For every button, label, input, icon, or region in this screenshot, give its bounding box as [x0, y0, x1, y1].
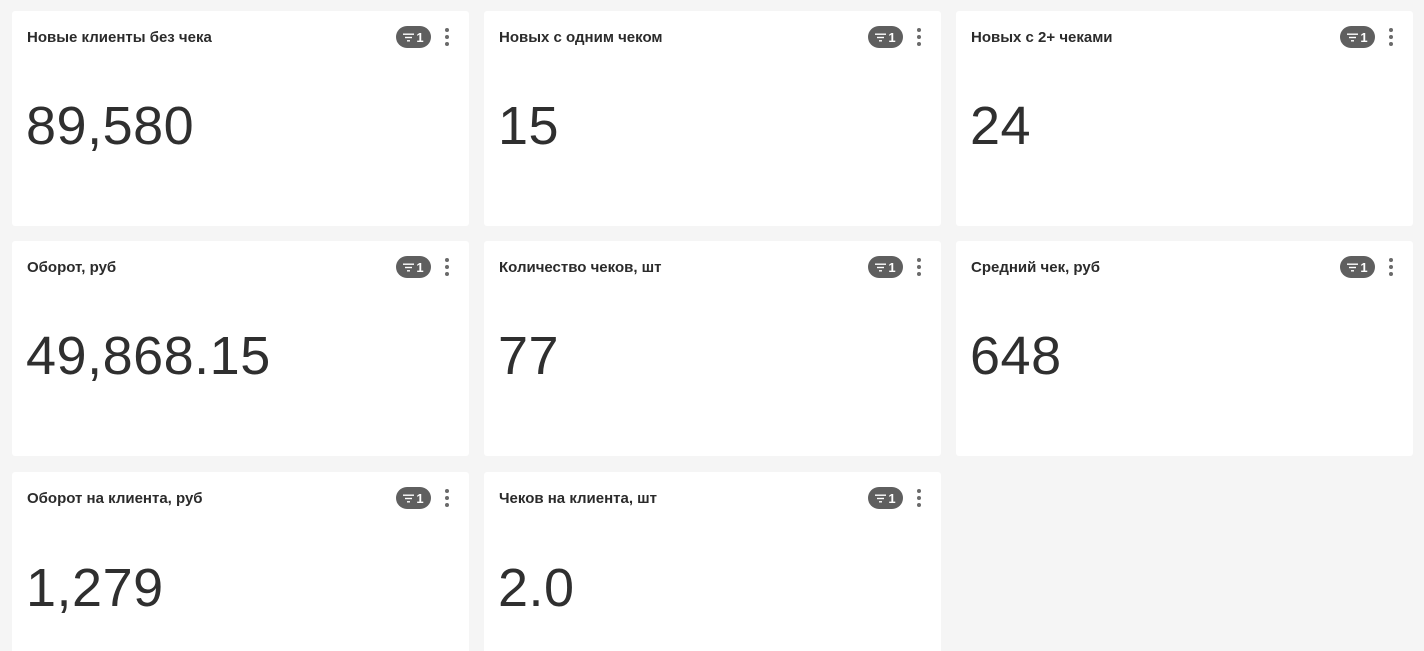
metric-card-checks-per-client: Чеков на клиента, шт 1 2.0 [484, 472, 941, 651]
card-value: 24 [970, 96, 1032, 156]
card-title: Чеков на клиента, шт [499, 490, 658, 507]
filter-count: 1 [416, 259, 424, 275]
kebab-menu-icon [917, 489, 921, 493]
card-title: Оборот на клиента, руб [27, 490, 203, 507]
card-title: Средний чек, руб [971, 259, 1100, 276]
metric-card-new-one-check: Новых с одним чеком 1 15 [484, 11, 941, 226]
card-title: Оборот, руб [27, 259, 117, 276]
filter-count: 1 [888, 259, 896, 275]
filter-badge[interactable]: 1 [868, 487, 903, 509]
card-menu-button[interactable] [914, 26, 924, 48]
filter-badge[interactable]: 1 [396, 26, 431, 48]
filter-badge[interactable]: 1 [396, 487, 431, 509]
card-menu-button[interactable] [442, 26, 452, 48]
card-value: 648 [970, 326, 1062, 386]
card-value: 77 [498, 326, 560, 386]
card-menu-button[interactable] [1386, 256, 1396, 278]
card-value: 2.0 [498, 558, 575, 618]
kebab-menu-icon [917, 28, 921, 32]
card-value: 1,279 [26, 558, 164, 618]
card-title: Новые клиенты без чека [27, 29, 212, 46]
filter-icon [875, 33, 887, 41]
metric-card-new-clients-no-check: Новые клиенты без чека 1 89,580 [12, 11, 469, 226]
card-menu-button[interactable] [442, 487, 452, 509]
filter-icon [403, 494, 415, 502]
card-value: 49,868.15 [26, 326, 271, 386]
card-title: Новых с одним чеком [499, 29, 663, 46]
card-menu-button[interactable] [914, 256, 924, 278]
filter-badge[interactable]: 1 [868, 26, 903, 48]
filter-icon [1347, 33, 1359, 41]
filter-count: 1 [416, 29, 424, 45]
filter-badge[interactable]: 1 [868, 256, 903, 278]
kebab-menu-icon [1389, 258, 1393, 262]
filter-count: 1 [1360, 29, 1368, 45]
card-menu-button[interactable] [442, 256, 452, 278]
filter-count: 1 [888, 490, 896, 506]
kebab-menu-icon [445, 28, 449, 32]
kebab-menu-icon [445, 258, 449, 262]
metric-card-turnover-per-client: Оборот на клиента, руб 1 1,279 [12, 472, 469, 651]
card-title: Новых с 2+ чеками [971, 29, 1113, 46]
card-value: 89,580 [26, 96, 195, 156]
filter-count: 1 [1360, 259, 1368, 275]
filter-icon [875, 494, 887, 502]
filter-badge[interactable]: 1 [1340, 256, 1375, 278]
filter-badge[interactable]: 1 [396, 256, 431, 278]
metric-card-new-two-plus-checks: Новых с 2+ чеками 1 24 [956, 11, 1413, 226]
filter-icon [1347, 263, 1359, 271]
kebab-menu-icon [1389, 28, 1393, 32]
dashboard-grid: Новые клиенты без чека 1 89,580 Новых с … [0, 0, 1424, 651]
metric-card-average-check: Средний чек, руб 1 648 [956, 241, 1413, 456]
filter-icon [403, 33, 415, 41]
filter-count: 1 [888, 29, 896, 45]
metric-card-check-count: Количество чеков, шт 1 77 [484, 241, 941, 456]
filter-badge[interactable]: 1 [1340, 26, 1375, 48]
card-menu-button[interactable] [914, 487, 924, 509]
filter-icon [403, 263, 415, 271]
metric-card-turnover: Оборот, руб 1 49,868.15 [12, 241, 469, 456]
kebab-menu-icon [917, 258, 921, 262]
kebab-menu-icon [445, 489, 449, 493]
card-value: 15 [498, 96, 560, 156]
filter-count: 1 [416, 490, 424, 506]
card-menu-button[interactable] [1386, 26, 1396, 48]
card-title: Количество чеков, шт [499, 259, 662, 276]
filter-icon [875, 263, 887, 271]
